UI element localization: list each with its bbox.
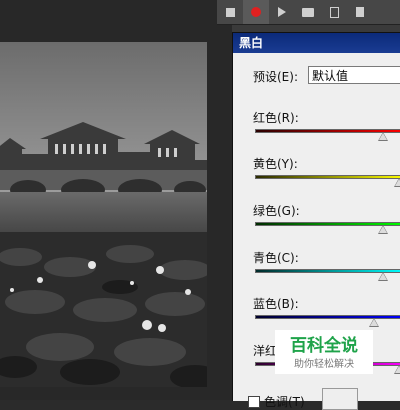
slider-thumb-cyan[interactable] [378,272,388,281]
slider-track-red[interactable] [255,129,400,141]
slider-thumb-blue[interactable] [369,318,379,327]
new-set-button[interactable] [295,0,321,24]
watermark-subtitle: 助你轻松解决 [294,359,354,370]
play-icon [278,7,286,17]
stop-button[interactable] [217,0,243,24]
slider-thumb-magenta[interactable] [394,365,400,374]
watermark: 百科全说 助你轻松解决 [275,330,373,374]
tint-checkbox[interactable] [248,396,260,408]
tint-color-swatch[interactable] [322,388,358,410]
actions-toolbar [217,0,400,25]
delete-icon [356,7,364,17]
slider-label-blue: 蓝色(B): [253,297,299,311]
slider-label-green: 绿色(G): [253,204,300,218]
folder-icon [302,7,314,17]
tint-label: 色调(T) [264,395,305,409]
slider-label-cyan: 青色(C): [253,251,299,265]
slider-label-yellow: 黄色(Y): [253,157,298,171]
play-button[interactable] [269,0,295,24]
slider-thumb-yellow[interactable] [394,178,400,187]
new-action-button[interactable] [321,0,347,24]
stop-icon [225,7,235,17]
slider-thumb-green[interactable] [378,225,388,234]
watermark-title: 百科全说 [290,336,358,356]
slider-thumb-red[interactable] [378,132,388,141]
record-icon [251,7,261,17]
dialog-title: 黑白 [233,33,400,53]
slider-track-yellow[interactable] [255,175,400,187]
preset-select[interactable]: 默认值 [308,66,400,84]
slider-label-red: 红色(R): [253,111,299,125]
slider-track-green[interactable] [255,222,400,234]
document-image [0,42,207,387]
preset-label: 预设(E): [253,70,298,84]
slider-label-magenta: 洋红 [253,344,278,358]
slider-track-blue[interactable] [255,315,400,327]
record-button[interactable] [243,0,269,24]
new-action-icon [329,6,339,18]
slider-track-cyan[interactable] [255,269,400,281]
delete-action-button[interactable] [347,0,373,24]
